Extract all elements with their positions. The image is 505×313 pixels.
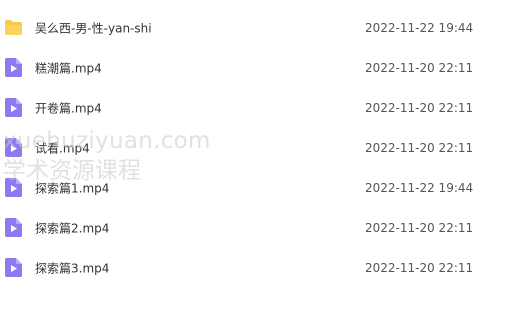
file-name: 糕潮篇.mp4 — [35, 61, 102, 76]
video-file-icon — [5, 178, 22, 197]
file-date: 2022-11-20 22:11 — [365, 101, 474, 115]
file-row-video[interactable]: 探索篇3.mp4 2022-11-20 22:11 — [0, 248, 480, 288]
file-name: 探索篇3.mp4 — [35, 261, 110, 276]
video-file-icon — [5, 98, 22, 117]
file-date: 2022-11-20 22:11 — [365, 141, 474, 155]
file-date: 2022-11-22 19:44 — [365, 181, 474, 195]
file-row-video[interactable]: 探索篇1.mp4 2022-11-22 19:44 — [0, 168, 480, 208]
file-date: 2022-11-22 19:44 — [365, 21, 474, 35]
file-date: 2022-11-20 22:11 — [365, 261, 474, 275]
file-row-video[interactable]: 糕潮篇.mp4 2022-11-20 22:11 — [0, 48, 480, 88]
file-name: 吴么西-男-性-yan-shi — [35, 21, 152, 36]
file-name: 开卷篇.mp4 — [35, 101, 102, 116]
file-date: 2022-11-20 22:11 — [365, 61, 474, 75]
video-file-icon — [5, 58, 22, 77]
file-row-video[interactable]: 探索篇2.mp4 2022-11-20 22:11 — [0, 208, 480, 248]
file-row-folder[interactable]: 吴么西-男-性-yan-shi 2022-11-22 19:44 — [0, 8, 480, 48]
folder-icon — [5, 18, 22, 37]
file-name: 试看.mp4 — [35, 141, 90, 156]
file-name: 探索篇2.mp4 — [35, 221, 110, 236]
file-date: 2022-11-20 22:11 — [365, 221, 474, 235]
video-file-icon — [5, 138, 22, 157]
file-row-video[interactable]: 开卷篇.mp4 2022-11-20 22:11 — [0, 88, 480, 128]
file-row-video[interactable]: 试看.mp4 2022-11-20 22:11 — [0, 128, 480, 168]
file-list: 吴么西-男-性-yan-shi 2022-11-22 19:44 糕潮篇.mp4… — [0, 0, 505, 313]
video-file-icon — [5, 258, 22, 277]
file-name: 探索篇1.mp4 — [35, 181, 110, 196]
video-file-icon — [5, 218, 22, 237]
